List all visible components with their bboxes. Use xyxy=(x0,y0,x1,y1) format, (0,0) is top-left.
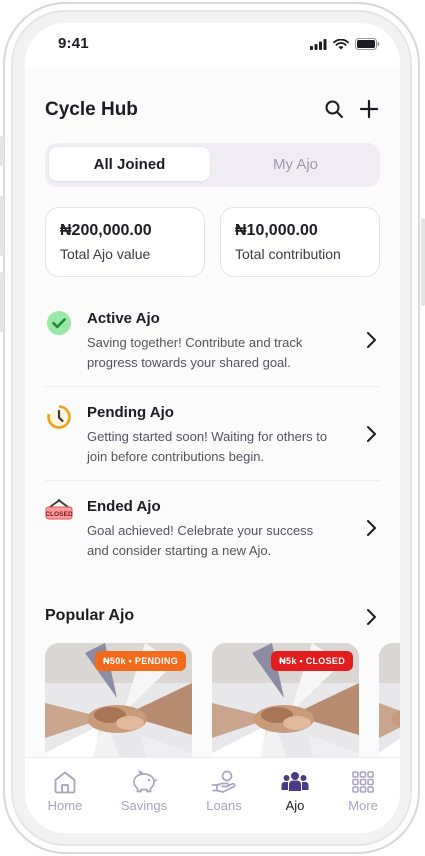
mute-switch xyxy=(0,136,4,166)
tab-all-joined[interactable]: All Joined xyxy=(49,147,210,181)
group-icon xyxy=(280,768,310,796)
hand-coin-icon xyxy=(209,768,239,796)
popular-ajo-header[interactable]: Popular Ajo xyxy=(45,605,380,629)
plus-icon[interactable] xyxy=(357,97,381,121)
menu-item-title: Ended Ajo xyxy=(87,498,161,515)
status-badge: ₦5k • CLOSED xyxy=(271,651,353,671)
tab-savings[interactable]: Savings xyxy=(109,768,179,818)
menu-item-title: Pending Ajo xyxy=(87,404,174,421)
tab-label: Home xyxy=(47,798,83,813)
stat-card-total-contribution: ₦10,000.00 Total contribution xyxy=(220,207,380,277)
chevron-right-icon xyxy=(367,332,376,348)
piggy-bank-icon xyxy=(129,768,159,796)
volume-up-button xyxy=(0,196,4,256)
timer-icon xyxy=(45,403,73,431)
group-hands-image xyxy=(379,643,400,757)
stat-value: ₦10,000.00 xyxy=(235,222,318,239)
popular-ajo-title: Popular Ajo xyxy=(45,607,135,624)
popular-ajo-card-partial[interactable] xyxy=(379,643,400,757)
menu-item-pending-ajo[interactable]: Pending Ajo Getting started soon! Waitin… xyxy=(45,387,380,481)
search-icon[interactable] xyxy=(322,97,346,121)
stat-label: Total Ajo value xyxy=(60,246,151,262)
tab-my-ajo[interactable]: My Ajo xyxy=(215,147,376,181)
status-time: 9:41 xyxy=(58,35,89,52)
main-content: Cycle Hub All Joined My Ajo ₦200,000.00 … xyxy=(25,67,400,757)
battery-icon xyxy=(355,38,380,50)
phone-screen: 9:41 Cycle Hub All Joined My Ajo ₦200,00… xyxy=(25,23,400,833)
menu-item-title: Active Ajo xyxy=(87,310,160,327)
page-header: Cycle Hub xyxy=(45,95,380,125)
chevron-right-icon xyxy=(367,520,376,536)
tab-more[interactable]: More xyxy=(328,768,398,818)
tab-ajo[interactable]: Ajo xyxy=(260,768,330,818)
wifi-icon xyxy=(333,38,349,49)
stat-label: Total contribution xyxy=(235,246,341,262)
popular-ajo-card[interactable]: ₦5k • CLOSED xyxy=(212,643,359,757)
tab-label: More xyxy=(348,798,378,813)
stat-card-total-ajo-value: ₦200,000.00 Total Ajo value xyxy=(45,207,205,277)
chevron-right-icon xyxy=(367,426,376,442)
tab-label: Ajo xyxy=(285,798,305,813)
chevron-right-icon xyxy=(367,609,376,625)
volume-down-button xyxy=(0,272,4,332)
check-circle-icon xyxy=(45,309,73,337)
signal-icon xyxy=(310,38,327,50)
page-title: Cycle Hub xyxy=(45,99,138,120)
status-bar: 9:41 xyxy=(25,23,400,67)
segment-control: All Joined My Ajo xyxy=(45,143,380,187)
ajo-status-list: Active Ajo Saving together! Contribute a… xyxy=(45,293,380,575)
tab-label: Savings xyxy=(120,798,168,813)
menu-item-active-ajo[interactable]: Active Ajo Saving together! Contribute a… xyxy=(45,293,380,387)
grid-icon xyxy=(348,768,378,796)
menu-item-description: Goal achieved! Celebrate your success an… xyxy=(87,523,314,558)
power-button xyxy=(421,218,425,306)
tab-label: Loans xyxy=(206,798,242,813)
bottom-tab-bar: Home Savings Loans Ajo More xyxy=(25,757,400,833)
menu-item-description: Saving together! Contribute and track pr… xyxy=(87,335,303,370)
popular-ajo-card[interactable]: ₦50k • PENDING xyxy=(45,643,192,757)
home-icon xyxy=(50,768,80,796)
status-badge: ₦50k • PENDING xyxy=(95,651,186,671)
closed-sign-text: CLOSED xyxy=(45,511,73,518)
menu-item-description: Getting started soon! Waiting for others… xyxy=(87,429,328,464)
status-icons xyxy=(310,38,380,50)
tab-loans[interactable]: Loans xyxy=(189,768,259,818)
stat-value: ₦200,000.00 xyxy=(60,222,152,239)
tab-home[interactable]: Home xyxy=(30,768,100,818)
closed-sign-icon: CLOSED xyxy=(45,497,73,525)
menu-item-ended-ajo[interactable]: CLOSED Ended Ajo Goal achieved! Celebrat… xyxy=(45,481,380,575)
